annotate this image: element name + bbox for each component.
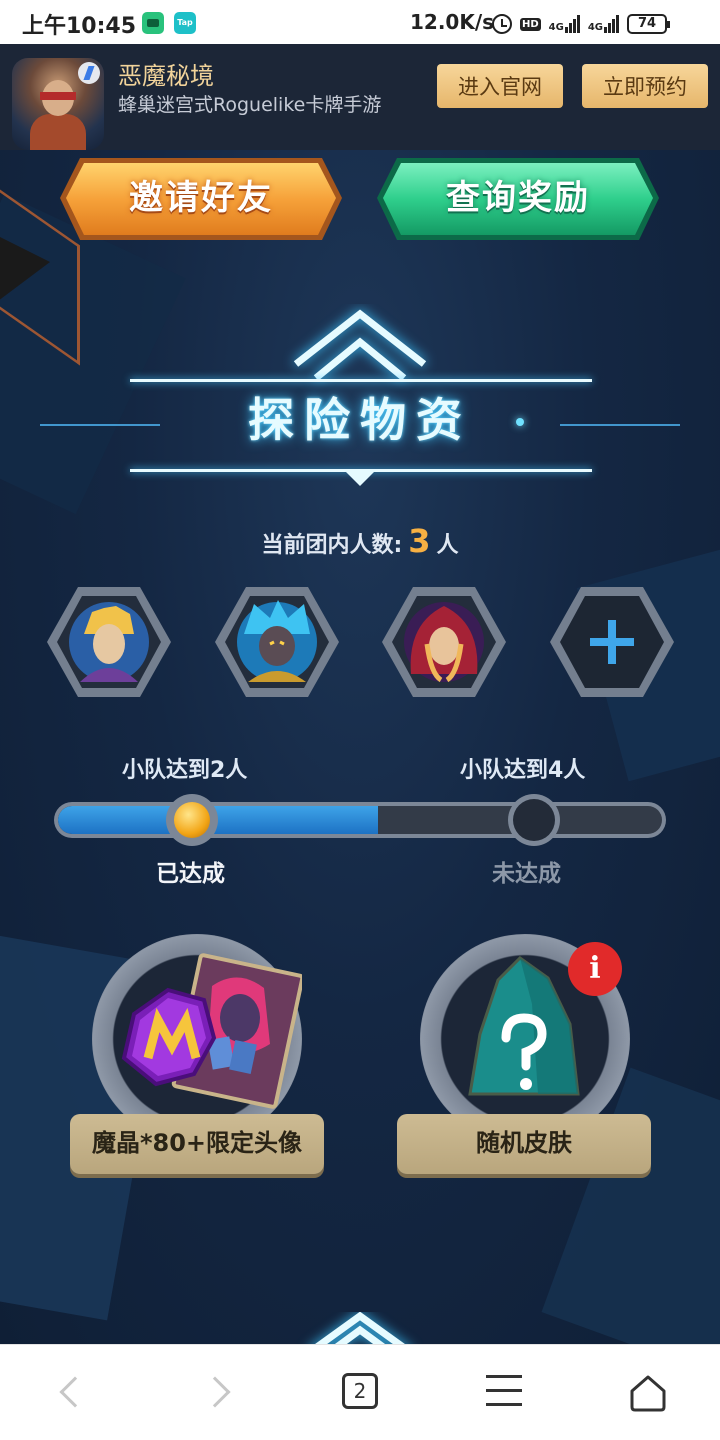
milestone-2-node: [508, 794, 560, 846]
signal-label-1: 4G: [548, 22, 564, 33]
title-bottom-arrow: [344, 470, 376, 486]
alarm-icon: [492, 14, 512, 34]
network-speed: 12.0K/s: [410, 10, 495, 34]
signal-label-2: 4G: [587, 22, 604, 33]
reward-1-frame[interactable]: [92, 934, 305, 1144]
hd-icon: HD: [520, 17, 541, 31]
chat-app-icon: [142, 12, 164, 34]
next-section-emblem: [315, 1312, 405, 1344]
forward-button[interactable]: [199, 1373, 240, 1413]
battery-icon: 74: [627, 14, 671, 34]
home-button[interactable]: [628, 1373, 668, 1413]
signal-icon-2: 4G: [587, 15, 620, 33]
progress-fill: [58, 806, 379, 834]
milestone-2-label: 小队达到4人: [460, 758, 586, 783]
milestone-2-status: 未达成: [492, 861, 561, 887]
title-top-line: [130, 379, 592, 382]
team-member-avatar-3[interactable]: [381, 584, 507, 700]
reward-2-label: 随机皮肤: [397, 1114, 651, 1174]
query-rewards-button[interactable]: 查询奖励: [375, 156, 661, 242]
team-progress-bar: [54, 802, 666, 838]
app-banner[interactable]: 恶魔秘境 蜂巢迷宫式Roguelike卡牌手游 进入官网 立即预约: [0, 44, 720, 150]
banner-subtitle: 蜂巢迷宫式Roguelike卡牌手游: [118, 94, 382, 116]
add-member-button[interactable]: [549, 584, 675, 700]
invite-friends-button[interactable]: 邀请好友: [58, 156, 344, 242]
tab-count: 2: [342, 1373, 378, 1409]
game-app-icon[interactable]: [12, 58, 104, 150]
team-member-avatar-1[interactable]: [46, 584, 172, 700]
reward-1-label: 魔晶*80+限定头像: [70, 1114, 324, 1174]
reserve-button[interactable]: 立即预约: [582, 64, 708, 108]
member-count: 3: [408, 522, 431, 560]
member-count-prefix: 当前团内人数:: [261, 533, 403, 558]
browser-nav-bar: 2: [0, 1344, 720, 1440]
info-badge-icon[interactable]: i: [568, 942, 622, 996]
milestone-1-label: 小队达到2人: [122, 758, 248, 783]
milestone-1-gem-icon: [166, 794, 218, 846]
game-page: 恶魔秘境 蜂巢迷宫式Roguelike卡牌手游 进入官网 立即预约 邀请好友 查…: [0, 44, 720, 1344]
home-icon: [630, 1375, 666, 1412]
status-time: 上午10:45: [22, 14, 137, 39]
banner-title: 恶魔秘境: [118, 62, 214, 90]
signal-icon: 4G: [549, 15, 580, 33]
official-site-button[interactable]: 进入官网: [437, 64, 563, 108]
chevron-left-icon: [59, 1376, 91, 1408]
menu-button[interactable]: [486, 1373, 526, 1413]
crystal-portrait-icon: [121, 953, 305, 1109]
query-rewards-label: 查询奖励: [446, 178, 590, 218]
member-count-line: 当前团内人数: 3 人: [0, 522, 720, 560]
member-count-suffix: 人: [436, 533, 459, 558]
chevron-right-icon: [199, 1376, 231, 1408]
invite-friends-label: 邀请好友: [129, 178, 273, 218]
section-title: 探险物资: [248, 393, 472, 447]
status-icons: HD 4G 4G 74: [492, 12, 671, 36]
tap-app-icon: Tap: [174, 12, 196, 34]
milestone-1-status: 已达成: [156, 861, 225, 887]
team-member-avatar-2[interactable]: [214, 584, 340, 700]
tabs-button[interactable]: 2: [342, 1373, 382, 1413]
status-bar: 上午10:45 Tap 12.0K/s HD 4G 4G 74: [0, 0, 720, 44]
back-button[interactable]: [52, 1373, 92, 1413]
